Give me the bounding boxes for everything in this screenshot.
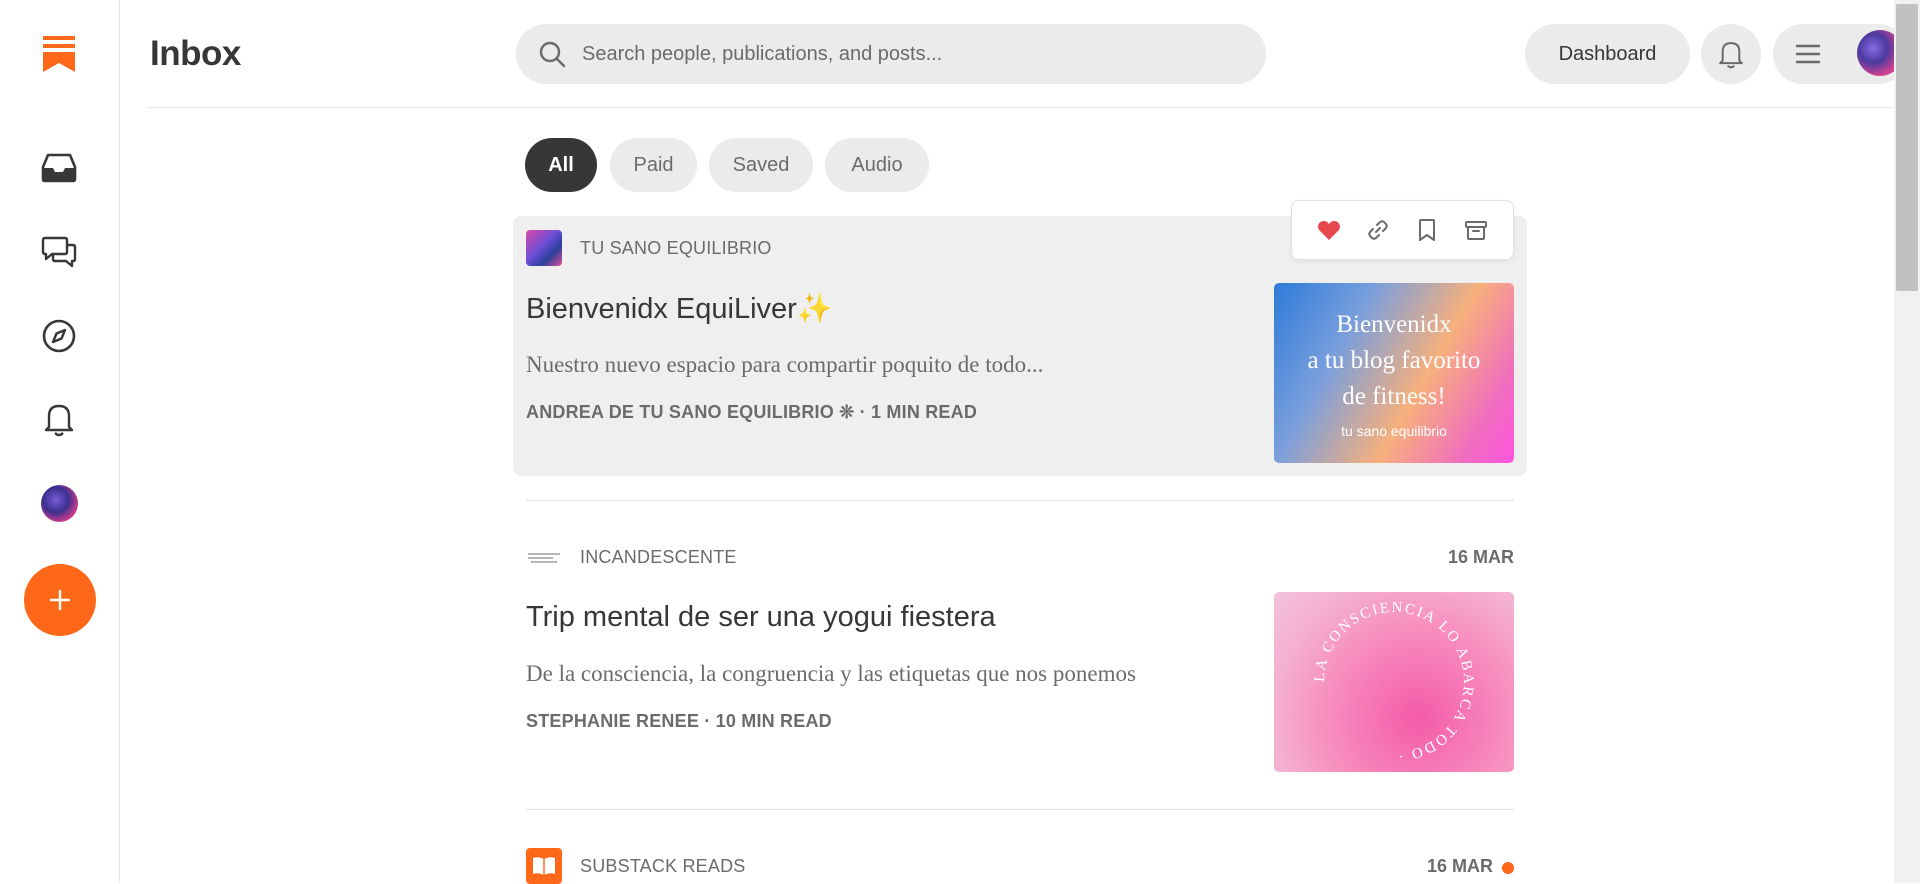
left-nav-rail <box>0 0 120 883</box>
page-title: Inbox <box>150 34 241 73</box>
unread-indicator <box>1502 862 1514 874</box>
search-icon <box>539 41 566 68</box>
thumbnail-line-1: Bienvenidx <box>1336 311 1452 338</box>
chat-nav-button[interactable] <box>34 228 84 278</box>
post-title[interactable]: Bienvenidx EquiLiver✨ <box>526 292 833 326</box>
archive-button[interactable] <box>1458 212 1494 248</box>
bell-icon <box>44 404 74 437</box>
compass-icon <box>42 319 76 353</box>
link-icon <box>1368 220 1388 240</box>
publication-name: TU SANO EQUILIBRIO <box>580 237 772 258</box>
publication-logo <box>526 848 562 884</box>
compose-button[interactable] <box>24 564 96 636</box>
post-card[interactable]: INCANDESCENTE 16 MAR Trip mental de ser … <box>513 525 1527 785</box>
thumbnail-brand: tu sano equilibrio <box>1341 423 1447 439</box>
plus-icon <box>49 589 71 611</box>
post-subtitle: Nuestro nuevo espacio para compartir poq… <box>526 352 1044 377</box>
dashboard-button[interactable]: Dashboard <box>1525 24 1690 84</box>
book-icon <box>533 857 555 875</box>
hamburger-menu-icon <box>1795 44 1821 64</box>
filter-saved[interactable]: Saved <box>709 138 813 192</box>
profile-avatar[interactable] <box>41 485 78 522</box>
substack-logo-icon[interactable] <box>43 36 75 72</box>
bookmark-icon <box>1419 219 1436 241</box>
search-input[interactable] <box>582 42 1222 66</box>
post-meta: ANDREA DE TU SANO EQUILIBRIO ❊ · 1 MIN R… <box>526 402 978 422</box>
account-menu-button[interactable] <box>1773 24 1908 84</box>
filter-paid[interactable]: Paid <box>610 138 697 192</box>
archive-icon <box>1465 221 1488 240</box>
inbox-nav-button[interactable] <box>34 143 84 193</box>
scrollbar-thumb[interactable] <box>1896 4 1918 291</box>
publication-name: SUBSTACK READS <box>580 855 746 876</box>
thumbnail-circle-text: LA CONSCIENCIA LO ABARCA TODO · <box>1312 600 1474 764</box>
post-date: 16 MAR <box>1447 547 1514 567</box>
post-card[interactable]: SUBSTACK READS 16 MAR <box>513 834 1527 884</box>
publication-logo <box>526 539 562 575</box>
publication-row[interactable]: INCANDESCENTE <box>526 539 737 575</box>
post-thumbnail[interactable]: Bienvenidx a tu blog favorito de fitness… <box>1274 283 1514 463</box>
post-divider <box>526 809 1514 810</box>
thumbnail-line-3: de fitness! <box>1342 383 1446 410</box>
post-thumbnail[interactable]: LA CONSCIENCIA LO ABARCA TODO · <box>1274 592 1514 772</box>
post-divider <box>526 500 1514 501</box>
post-subtitle: De la consciencia, la congruencia y las … <box>526 661 1136 686</box>
header-notifications-button[interactable] <box>1701 24 1761 84</box>
post-date: 16 MAR <box>1426 856 1493 876</box>
inbox-icon <box>41 153 77 183</box>
bell-icon <box>1719 42 1743 69</box>
publication-logo <box>526 230 562 266</box>
post-title[interactable]: Trip mental de ser una yogui fiestera <box>526 601 996 634</box>
filter-all[interactable]: All <box>525 138 597 192</box>
search-bar[interactable] <box>516 24 1266 84</box>
like-button[interactable] <box>1311 212 1347 248</box>
thumbnail-line-2: a tu blog favorito <box>1307 347 1481 374</box>
publication-name: INCANDESCENTE <box>580 546 737 567</box>
filter-audio[interactable]: Audio <box>825 138 929 192</box>
copy-link-button[interactable] <box>1360 212 1396 248</box>
chat-icon <box>41 236 77 268</box>
post-meta: STEPHANIE RENEE · 10 MIN READ <box>526 711 832 731</box>
svg-text:LA CONSCIENCIA LO ABARCA TODO: LA CONSCIENCIA LO ABARCA TODO · <box>1312 600 1476 764</box>
post-actions-bar <box>1291 200 1514 260</box>
heart-icon <box>1317 221 1340 240</box>
notifications-nav-button[interactable] <box>34 394 84 444</box>
publication-row[interactable]: TU SANO EQUILIBRIO <box>526 230 772 266</box>
explore-nav-button[interactable] <box>34 311 84 361</box>
header-divider <box>149 107 1891 108</box>
save-button[interactable] <box>1409 212 1445 248</box>
publication-row[interactable]: SUBSTACK READS <box>526 848 746 884</box>
